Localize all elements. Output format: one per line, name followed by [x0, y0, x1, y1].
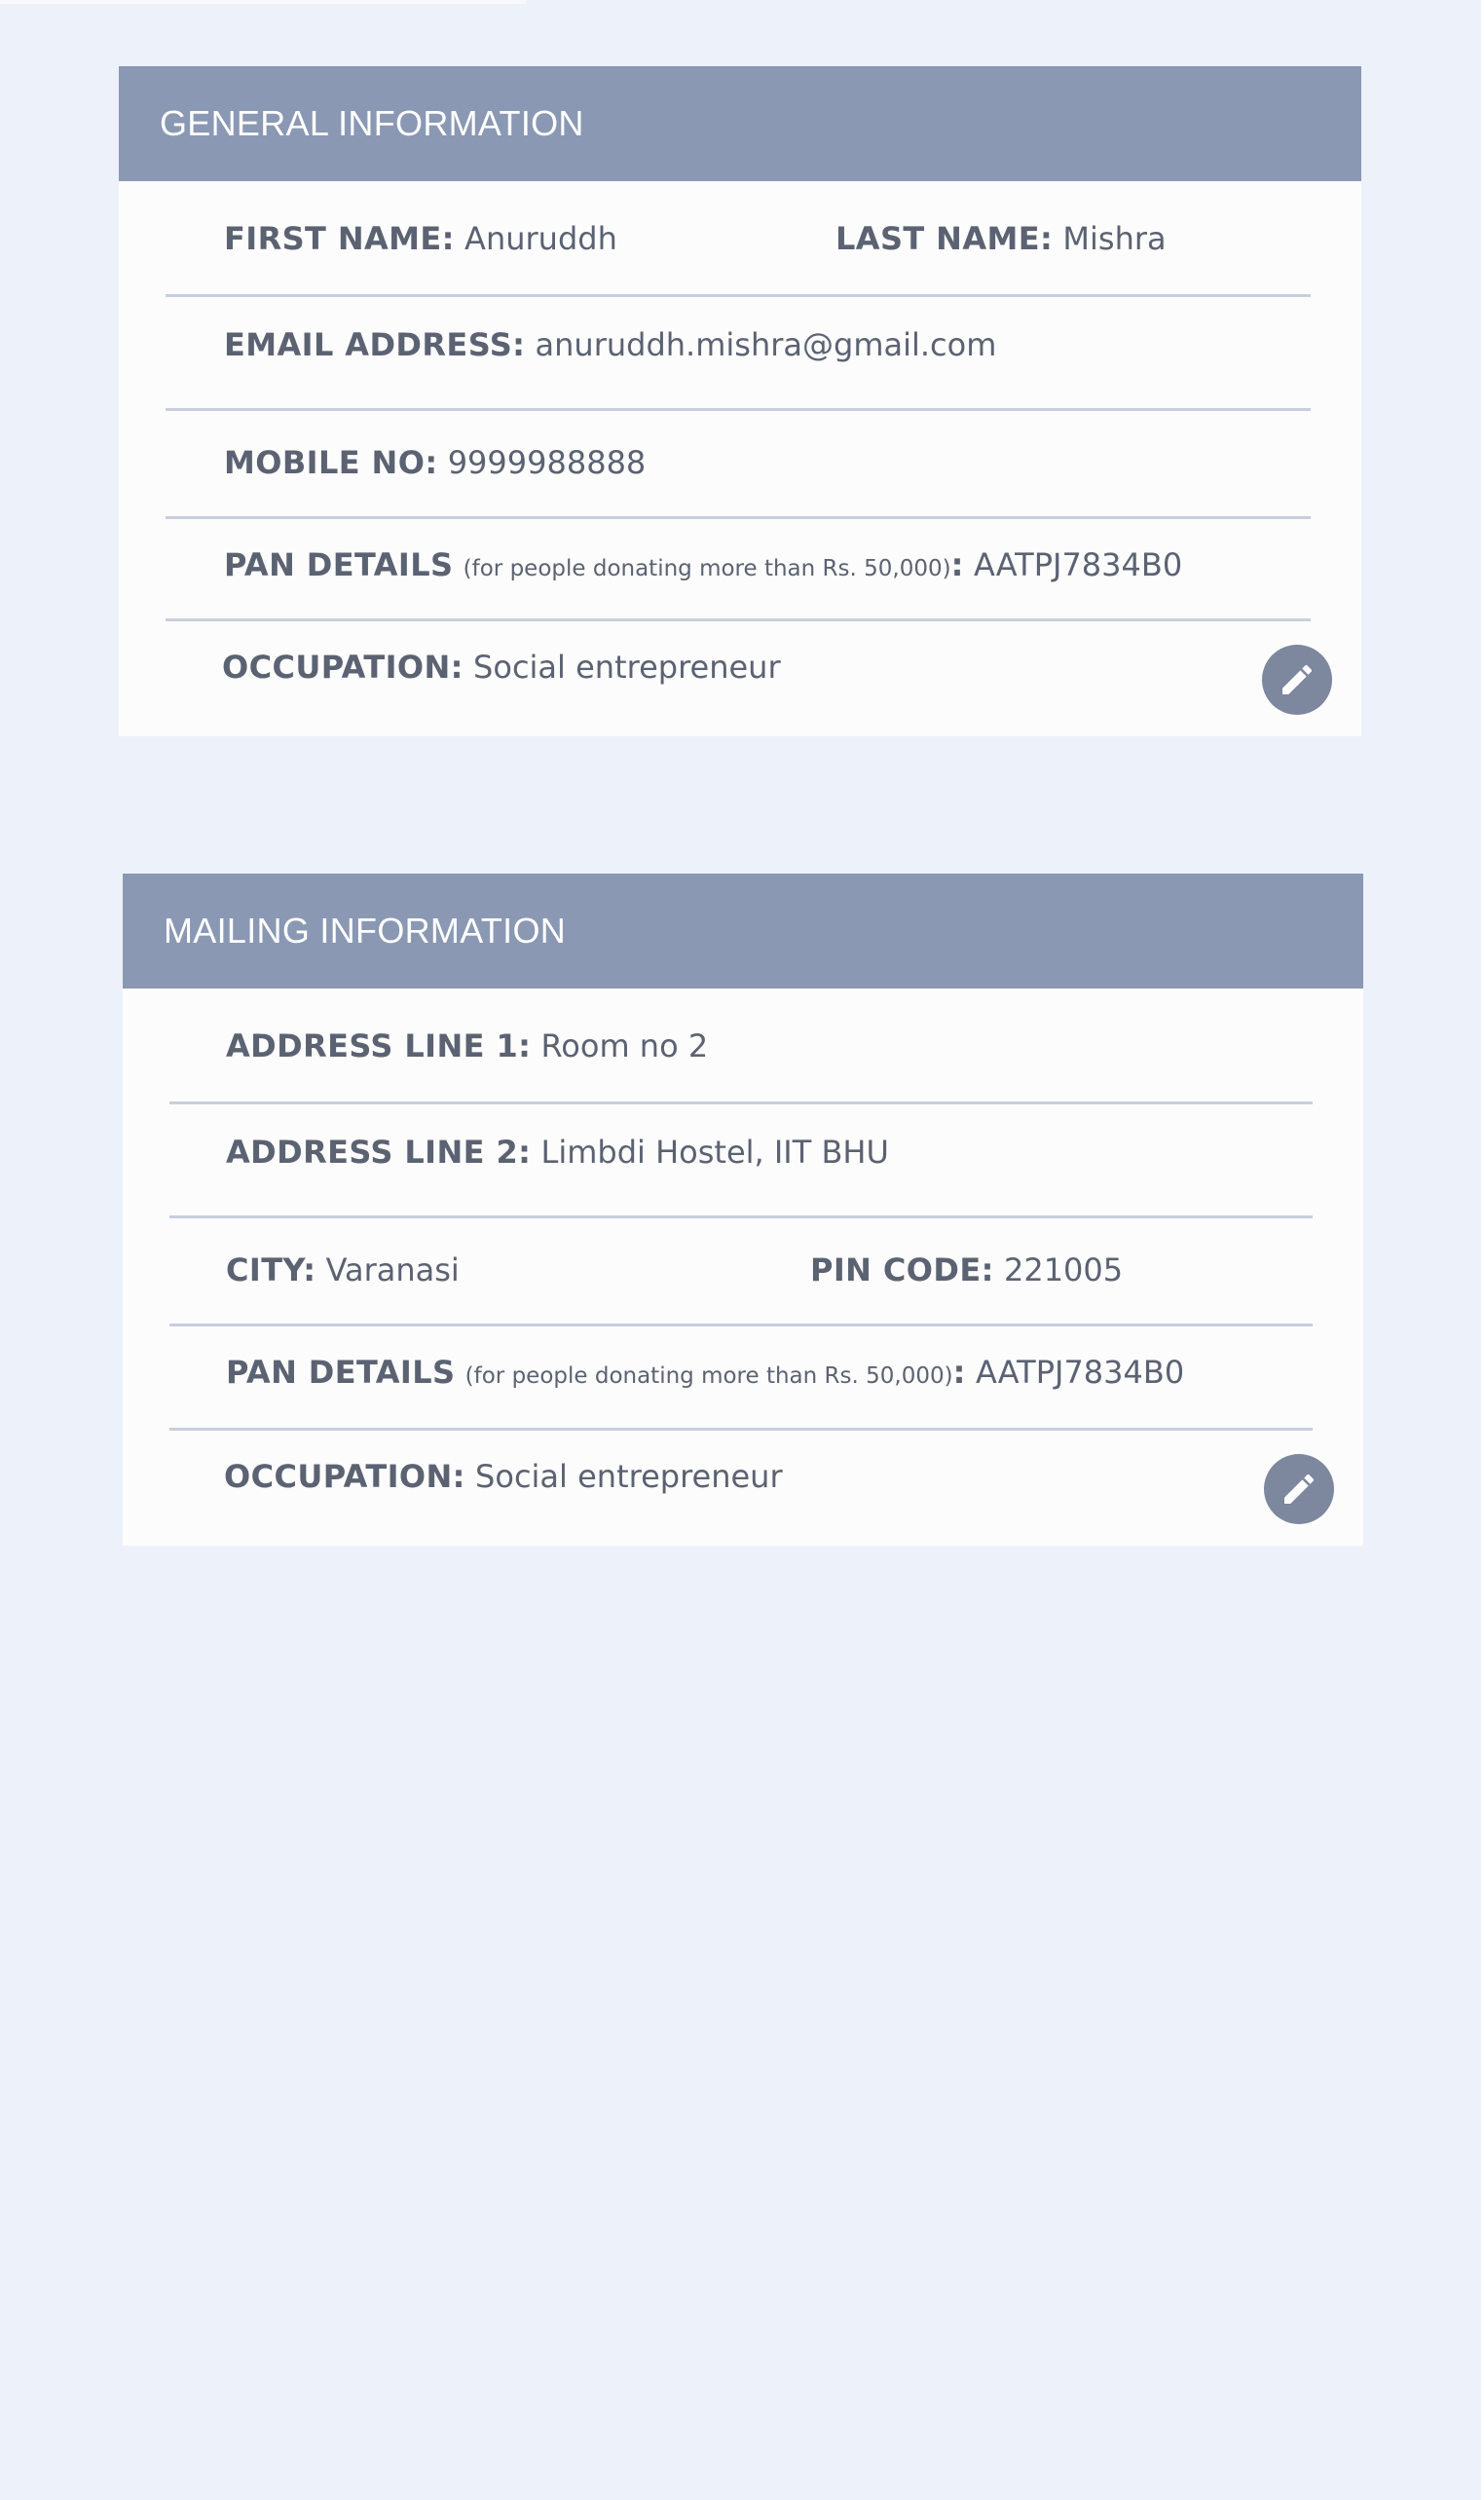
mailing-occupation-row: OCCUPATION: Social entrepreneur	[169, 1431, 1313, 1546]
last-name-value: Mishra	[1062, 220, 1167, 257]
address2-label: ADDRESS LINE 2:	[226, 1134, 532, 1171]
city-value: Varanasi	[325, 1251, 460, 1288]
occupation-row: OCCUPATION: Social entrepreneur	[166, 621, 1311, 736]
top-strip	[0, 0, 526, 4]
pencil-icon	[1284, 1474, 1315, 1504]
pan-field: PAN DETAILS (for people donating more th…	[224, 546, 1182, 583]
city-label: CITY:	[226, 1251, 316, 1288]
pan-value: AATPJ7834B0	[973, 546, 1183, 583]
mailing-pan-row: PAN DETAILS (for people donating more th…	[169, 1326, 1313, 1431]
mailing-occupation-field: OCCUPATION: Social entrepreneur	[224, 1458, 783, 1495]
mailing-pan-value: AATPJ7834B0	[975, 1354, 1185, 1391]
general-information-rows: FIRST NAME: Anuruddh LAST NAME: Mishra E…	[119, 181, 1361, 736]
address1-row: ADDRESS LINE 1: Room no 2	[169, 989, 1313, 1104]
city-field: CITY: Varanasi	[226, 1251, 460, 1288]
general-information-title: GENERAL INFORMATION	[119, 66, 1361, 181]
email-field: EMAIL ADDRESS: anuruddh.mishra@gmail.com	[224, 326, 996, 363]
occupation-value: Social entrepreneur	[473, 649, 781, 686]
address2-row: ADDRESS LINE 2: Limbdi Hostel, IIT BHU	[169, 1104, 1313, 1218]
mobile-value: 9999988888	[447, 444, 647, 481]
email-row: EMAIL ADDRESS: anuruddh.mishra@gmail.com	[166, 297, 1311, 411]
general-information-card: GENERAL INFORMATION FIRST NAME: Anuruddh…	[119, 66, 1361, 736]
address1-field: ADDRESS LINE 1: Room no 2	[226, 1027, 708, 1064]
pin-code-value: 221005	[1003, 1251, 1124, 1288]
mobile-row: MOBILE NO: 9999988888	[166, 411, 1311, 519]
edit-general-button[interactable]	[1262, 645, 1332, 715]
mobile-field: MOBILE NO: 9999988888	[224, 444, 646, 481]
pan-colon: :	[950, 546, 964, 583]
mailing-information-rows: ADDRESS LINE 1: Room no 2 ADDRESS LINE 2…	[123, 989, 1363, 1546]
last-name-label: LAST NAME:	[835, 220, 1054, 257]
address1-label: ADDRESS LINE 1:	[226, 1027, 532, 1064]
mobile-label: MOBILE NO:	[224, 444, 438, 481]
mailing-occupation-label: OCCUPATION:	[224, 1458, 465, 1495]
mailing-pan-note: (for people donating more than Rs. 50,00…	[464, 1363, 953, 1389]
mailing-pan-colon: :	[952, 1354, 966, 1391]
pin-code-field: PIN CODE: 221005	[810, 1251, 1123, 1288]
email-label: EMAIL ADDRESS:	[224, 326, 526, 363]
pan-label: PAN DETAILS	[224, 546, 454, 583]
name-row: FIRST NAME: Anuruddh LAST NAME: Mishra	[166, 181, 1311, 297]
pan-note: (for people donating more than Rs. 50,00…	[463, 556, 951, 581]
last-name-field: LAST NAME: Mishra	[835, 220, 1167, 257]
address2-value: Limbdi Hostel, IIT BHU	[540, 1134, 889, 1171]
first-name-label: FIRST NAME:	[224, 220, 455, 257]
first-name-field: FIRST NAME: Anuruddh	[224, 220, 617, 257]
address2-field: ADDRESS LINE 2: Limbdi Hostel, IIT BHU	[226, 1134, 889, 1171]
email-value: anuruddh.mishra@gmail.com	[535, 326, 997, 363]
city-row: CITY: Varanasi PIN CODE: 221005	[169, 1218, 1313, 1326]
mailing-information-title: MAILING INFORMATION	[123, 874, 1363, 989]
first-name-value: Anuruddh	[464, 220, 617, 257]
mailing-information-card: MAILING INFORMATION ADDRESS LINE 1: Room…	[123, 874, 1363, 1546]
mailing-pan-label: PAN DETAILS	[226, 1354, 456, 1391]
mailing-occupation-value: Social entrepreneur	[475, 1458, 783, 1495]
occupation-label: OCCUPATION:	[222, 649, 464, 686]
address1-value: Room no 2	[540, 1027, 709, 1064]
pan-row: PAN DETAILS (for people donating more th…	[166, 519, 1311, 621]
pencil-icon	[1282, 664, 1313, 694]
mailing-pan-field: PAN DETAILS (for people donating more th…	[226, 1354, 1184, 1391]
edit-mailing-button[interactable]	[1264, 1454, 1334, 1524]
occupation-field: OCCUPATION: Social entrepreneur	[222, 649, 781, 686]
pin-code-label: PIN CODE:	[810, 1251, 994, 1288]
